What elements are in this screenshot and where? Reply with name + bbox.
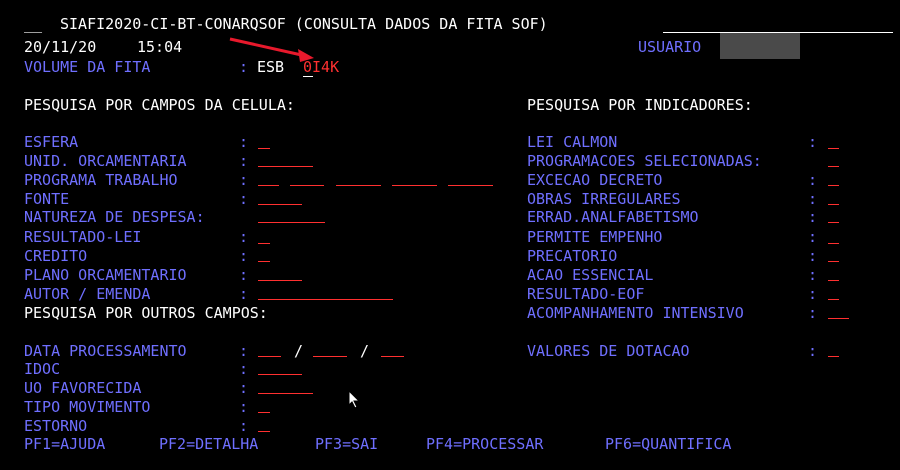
field-colon: :: [239, 266, 249, 284]
field-label-data-processamento: DATA PROCESSAMENTO: [24, 342, 187, 360]
field-colon: :: [239, 398, 249, 416]
natureza-despesa-input[interactable]: [258, 222, 325, 223]
field-colon: :: [808, 247, 818, 265]
field-label-esfera: ESFERA: [24, 133, 79, 151]
time: 15:04: [137, 38, 183, 56]
unid-orcamentaria-input[interactable]: [258, 166, 313, 167]
indicator-label-obras-irregulares: OBRAS IRREGULARES: [527, 190, 681, 208]
field-colon: :: [808, 190, 818, 208]
indicator-label-acao-essencial: ACAO ESSENCIAL: [527, 266, 654, 284]
text-cursor: [303, 76, 313, 77]
field-colon: :: [239, 342, 249, 360]
field-label-uo-favorecida: UO FAVORECIDA: [24, 379, 142, 397]
estorno-input[interactable]: [258, 431, 270, 432]
credito-input[interactable]: [258, 261, 270, 262]
lei-calmon-input[interactable]: [828, 148, 839, 149]
fonte-input[interactable]: [258, 204, 302, 205]
resultado-lei-input[interactable]: [258, 243, 270, 244]
autor-emenda-input[interactable]: [258, 299, 393, 300]
pf6-quantify-key[interactable]: PF6=QUANTIFICA: [605, 435, 731, 453]
date-separator: /: [360, 342, 370, 360]
field-label-autor-emenda: AUTOR / EMENDA: [24, 285, 151, 303]
data-processamento-month-input[interactable]: [313, 356, 347, 357]
esfera-input[interactable]: [258, 148, 270, 149]
field-colon: :: [239, 133, 249, 151]
field-label-natureza-despesa: NATUREZA DE DESPESA:: [24, 208, 205, 226]
tipo-movimento-input[interactable]: [258, 412, 270, 413]
field-colon: :: [239, 360, 249, 378]
indicator-label-excecao-decreto: EXCECAO DECRETO: [527, 171, 663, 189]
programa-programa-input[interactable]: [336, 185, 381, 186]
field-colon: :: [239, 228, 249, 246]
permite-empenho-input[interactable]: [828, 243, 839, 244]
field-colon: :: [808, 342, 818, 360]
field-colon: :: [239, 417, 249, 435]
field-colon: :: [239, 171, 249, 189]
field-colon: :: [239, 152, 249, 170]
indicator-label-programacoes-selecionadas: PROGRAMACOES SELECIONADAS:: [527, 152, 762, 170]
idoc-input[interactable]: [258, 374, 302, 375]
programa-localizador-input[interactable]: [448, 185, 493, 186]
field-label-resultado-lei: RESULTADO-LEI: [24, 228, 142, 246]
programacoes-selecionadas-input[interactable]: [828, 166, 839, 167]
other-section-title: PESQUISA POR OUTROS CAMPOS:: [24, 304, 268, 322]
field-label-credito: CREDITO: [24, 247, 88, 265]
pf3-exit-key[interactable]: PF3=SAI: [315, 435, 378, 453]
precatorio-input[interactable]: [828, 261, 839, 262]
valores-dotacao-label: VALORES DE DOTACAO: [527, 342, 690, 360]
pf4-process-key[interactable]: PF4=PROCESSAR: [426, 435, 543, 453]
field-colon: :: [808, 171, 818, 189]
field-label-plano-orcamentario: PLANO ORCAMENTARIO: [24, 266, 187, 284]
indicator-label-errad-analfabetismo: ERRAD.ANALFABETISMO: [527, 208, 699, 226]
data-processamento-year-input[interactable]: [381, 356, 404, 357]
field-colon: :: [239, 190, 249, 208]
indicator-label-permite-empenho: PERMITE EMPENHO: [527, 228, 663, 246]
field-label-idoc: IDOC: [24, 360, 61, 378]
programa-acao-input[interactable]: [392, 185, 437, 186]
errad-analfabetismo-input[interactable]: [828, 222, 839, 223]
red-arrow-annotation: [229, 37, 314, 62]
field-colon: :: [808, 285, 818, 303]
pf2-detail-key[interactable]: PF2=DETALHA: [159, 435, 258, 453]
programa-subfuncao-input[interactable]: [290, 185, 324, 186]
valores-dotacao-input[interactable]: [828, 356, 839, 357]
date: 20/11/20: [24, 38, 97, 56]
field-label-unid-orcamentaria: UNID. ORCAMENTARIA: [24, 152, 187, 170]
indicator-label-precatorio: PRECATORIO: [527, 247, 618, 265]
screen-title: SIAFI2020-CI-BT-CONARQSOF (CONSULTA DADO…: [60, 15, 548, 33]
volume-label: VOLUME DA FITA: [24, 58, 151, 76]
field-colon: :: [808, 266, 818, 284]
field-colon: :: [808, 304, 818, 322]
obras-irregulares-input[interactable]: [828, 204, 839, 205]
field-label-tipo-movimento: TIPO MOVIMENTO: [24, 398, 151, 416]
field-colon: :: [808, 208, 818, 226]
user-value-redacted: [720, 33, 800, 59]
left-section-title: PESQUISA POR CAMPOS DA CELULA:: [24, 96, 295, 114]
field-colon: :: [808, 228, 818, 246]
plano-orcamentario-input[interactable]: [258, 280, 302, 281]
field-label-programa-trabalho: PROGRAMA TRABALHO: [24, 171, 178, 189]
field-colon: :: [239, 379, 249, 397]
header-prefix: __: [24, 15, 43, 33]
pf1-help-key[interactable]: PF1=AJUDA: [24, 435, 105, 453]
field-label-fonte: FONTE: [24, 190, 70, 208]
field-colon: :: [239, 247, 249, 265]
field-colon: :: [808, 133, 818, 151]
indicator-label-acompanhamento-intensivo: ACOMPANHAMENTO INTENSIVO: [527, 304, 744, 322]
user-label: USUARIO: [638, 38, 702, 56]
data-processamento-day-input[interactable]: [258, 356, 281, 357]
uo-favorecida-input[interactable]: [258, 393, 313, 394]
acao-essencial-input[interactable]: [828, 280, 839, 281]
mouse-cursor-icon: [348, 390, 361, 409]
field-label-estorno: ESTORNO: [24, 417, 88, 435]
field-colon: :: [239, 285, 249, 303]
indicator-label-lei-calmon: LEI CALMON: [527, 133, 618, 151]
indicator-label-resultado-eof: RESULTADO-EOF: [527, 285, 645, 303]
acompanhamento-intensivo-input[interactable]: [828, 318, 849, 319]
resultado-eof-input[interactable]: [828, 299, 839, 300]
programa-funcao-input[interactable]: [258, 185, 279, 186]
excecao-decreto-input[interactable]: [828, 185, 839, 186]
right-section-title: PESQUISA POR INDICADORES:: [527, 96, 753, 114]
date-separator: /: [294, 342, 304, 360]
